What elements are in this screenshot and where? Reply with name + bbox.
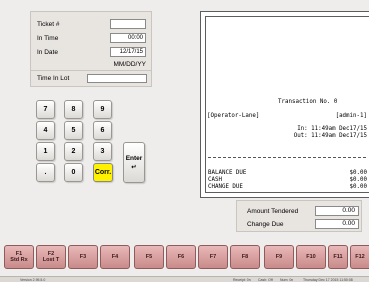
date-format-hint: MM/DD/YY xyxy=(113,61,147,68)
f8-label: F8 xyxy=(241,253,249,260)
f10-button[interactable]: F10 xyxy=(296,245,326,269)
f2-button[interactable]: F2 Lost T xyxy=(36,245,66,269)
receipt-balance-label: BALANCE DUE xyxy=(208,170,247,176)
receipt-cash-label: CASH xyxy=(208,177,222,183)
datetime-status: Thursday Dec 17 2015 11:50:08 xyxy=(303,278,353,282)
key-decimal[interactable]: . xyxy=(36,163,55,182)
amount-tendered-field[interactable]: 0.00 xyxy=(315,206,359,216)
enter-label: Enter xyxy=(125,155,143,162)
receipt-in-time: In: 11:49am Dec17/15 xyxy=(297,126,367,132)
key-2[interactable]: 2 xyxy=(64,142,83,161)
change-due-field: 0.00 xyxy=(315,219,359,229)
key-8[interactable]: 8 xyxy=(64,100,83,119)
key-1[interactable]: 1 xyxy=(36,142,55,161)
f5-button[interactable]: F5 xyxy=(134,245,164,269)
receipt-change-label: CHANGE DUE xyxy=(208,184,243,190)
receipt-user: [admin-1] xyxy=(335,113,367,119)
key-0[interactable]: 0 xyxy=(64,163,83,182)
time-in-field[interactable]: 00:00 xyxy=(110,33,146,43)
f6-label: F6 xyxy=(177,253,185,260)
date-in-field[interactable]: 12/17/15 xyxy=(110,47,146,57)
date-in-label: In Date xyxy=(37,49,58,56)
f1-sublabel: Std Rx xyxy=(10,257,28,263)
change-due-label: Change Due xyxy=(247,221,284,228)
correction-button[interactable]: Corr. xyxy=(93,163,113,182)
f12-label: F12 xyxy=(355,253,365,260)
f9-button[interactable]: F9 xyxy=(264,245,294,269)
receipt-status: Receipt: 0n xyxy=(233,278,251,282)
time-in-lot-label: Time In Lot xyxy=(37,75,70,82)
receipt-divider xyxy=(208,157,366,158)
key-6[interactable]: 6 xyxy=(93,121,112,140)
f11-button[interactable]: F11 xyxy=(328,245,348,269)
receipt-cash-value: $0.00 xyxy=(349,177,367,183)
ticket-number-field[interactable] xyxy=(110,19,146,29)
f3-button[interactable]: F3 xyxy=(68,245,98,269)
time-in-lot-field xyxy=(87,74,147,83)
receipt-change-value: $0.00 xyxy=(349,184,367,190)
enter-button[interactable]: Enter ↵ xyxy=(123,142,145,183)
receipt-frame: Transaction No. 0 [Operator-Lane] [admin… xyxy=(200,11,369,198)
receipt-out-time: Out: 11:49am Dec17/15 xyxy=(293,133,367,139)
num-status: Num: 0n xyxy=(280,278,294,282)
f3-label: F3 xyxy=(79,253,87,260)
f6-button[interactable]: F6 xyxy=(166,245,196,269)
receipt-balance-value: $0.00 xyxy=(349,170,367,176)
key-4[interactable]: 4 xyxy=(36,121,55,140)
receipt-title: Transaction No. 0 xyxy=(278,99,338,105)
f2-sublabel: Lost T xyxy=(42,257,60,263)
f10-label: F10 xyxy=(306,253,316,260)
status-bar: Version 2.95.5.0 Receipt: 0n Cash: Off N… xyxy=(0,276,369,282)
ticket-label: Ticket # xyxy=(37,21,60,28)
f9-label: F9 xyxy=(275,253,283,260)
receipt-operator: [Operator-Lane] xyxy=(207,113,260,119)
f4-label: F4 xyxy=(111,253,119,260)
version-text: Version 2.95.5.0 xyxy=(20,278,46,282)
f4-button[interactable]: F4 xyxy=(100,245,130,269)
tender-panel: Amount Tendered 0.00 Change Due 0.00 xyxy=(236,200,362,232)
f7-label: F7 xyxy=(209,253,217,260)
enter-arrow-icon: ↵ xyxy=(131,164,137,171)
time-in-label: In Time xyxy=(37,35,59,42)
time-in-lot-panel: Time In Lot xyxy=(30,70,152,87)
key-7[interactable]: 7 xyxy=(36,100,55,119)
f12-button[interactable]: F12 xyxy=(350,245,369,269)
f11-label: F11 xyxy=(333,253,343,260)
key-9[interactable]: 9 xyxy=(93,100,112,119)
f8-button[interactable]: F8 xyxy=(230,245,260,269)
key-5[interactable]: 5 xyxy=(64,121,83,140)
key-3[interactable]: 3 xyxy=(93,142,112,161)
receipt-preview: Transaction No. 0 [Operator-Lane] [admin… xyxy=(205,16,369,193)
f1-button[interactable]: F1 Std Rx xyxy=(4,245,34,269)
amount-tendered-label: Amount Tendered xyxy=(247,208,299,215)
f7-button[interactable]: F7 xyxy=(198,245,228,269)
cash-status: Cash: Off xyxy=(258,278,273,282)
f5-label: F5 xyxy=(145,253,153,260)
